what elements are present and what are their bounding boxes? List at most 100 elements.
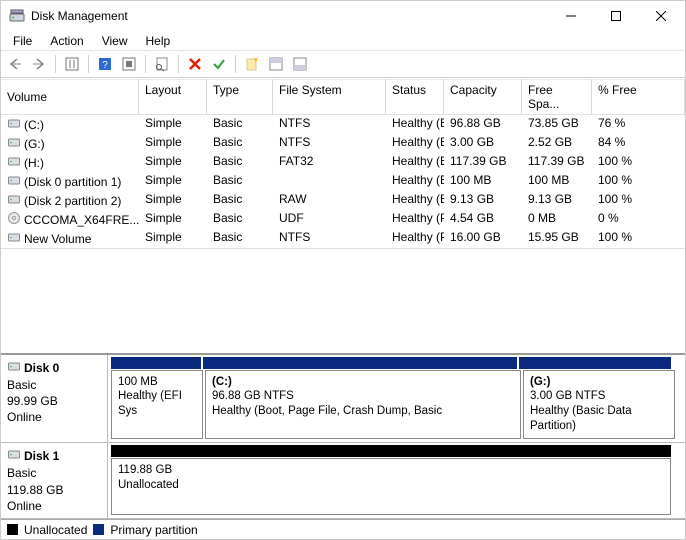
new-button[interactable] xyxy=(242,54,262,74)
drive-icon xyxy=(7,230,21,247)
volume-name: (Disk 2 partition 2) xyxy=(24,194,121,208)
col-type[interactable]: Type xyxy=(207,79,273,114)
svg-text:?: ? xyxy=(102,60,108,71)
volume-type: Basic xyxy=(207,115,273,134)
volume-status: Healthy (B... xyxy=(386,115,444,134)
volume-capacity: 96.88 GB xyxy=(444,115,522,134)
volume-row[interactable]: CCCOMA_X64FRE...SimpleBasicUDFHealthy (P… xyxy=(1,210,685,229)
col-volume[interactable]: Volume xyxy=(1,79,139,114)
check-button[interactable] xyxy=(209,54,229,74)
menu-action[interactable]: Action xyxy=(42,33,91,49)
disk-size: 99.99 GB xyxy=(7,393,101,409)
disk-row: Disk 1Basic119.88 GBOnline119.88 GBUnall… xyxy=(1,443,685,519)
volume-capacity: 117.39 GB xyxy=(444,153,522,172)
volume-name: (H:) xyxy=(24,156,44,170)
volume-fs: NTFS xyxy=(273,229,386,248)
menu-bar: File Action View Help xyxy=(1,31,685,50)
forward-button[interactable] xyxy=(29,54,49,74)
volume-row[interactable]: New Volume SimpleBasicNTFSHealthy (P...16… xyxy=(1,229,685,248)
volume-fs: UDF xyxy=(273,210,386,229)
col-capacity[interactable]: Capacity xyxy=(444,79,522,114)
layout-top-button[interactable] xyxy=(266,54,286,74)
menu-file[interactable]: File xyxy=(5,33,40,49)
refresh-button[interactable] xyxy=(119,54,139,74)
volume-capacity: 100 MB xyxy=(444,172,522,191)
col-status[interactable]: Status xyxy=(386,79,444,114)
volume-list[interactable]: Volume Layout Type File System Status Ca… xyxy=(1,78,685,248)
disk-info[interactable]: Disk 1Basic119.88 GBOnline xyxy=(1,443,108,518)
partition-size: 3.00 GB NTFS xyxy=(530,389,668,404)
legend: Unallocated Primary partition xyxy=(1,519,685,539)
show-hide-tree-button[interactable] xyxy=(62,54,82,74)
volume-pctfree: 0 % xyxy=(592,210,685,229)
partition-size: 96.88 GB NTFS xyxy=(212,389,514,404)
properties-button[interactable] xyxy=(152,54,172,74)
disk-status: Online xyxy=(7,409,101,425)
volume-row[interactable]: (Disk 0 partition 1)SimpleBasicHealthy (… xyxy=(1,172,685,191)
help-button[interactable]: ? xyxy=(95,54,115,74)
volume-layout: Simple xyxy=(139,229,207,248)
minimize-button[interactable] xyxy=(548,1,593,31)
col-layout[interactable]: Layout xyxy=(139,79,207,114)
volume-row[interactable]: (Disk 2 partition 2)SimpleBasicRAWHealth… xyxy=(1,191,685,210)
volume-list-header[interactable]: Volume Layout Type File System Status Ca… xyxy=(1,78,685,115)
volume-free: 0 MB xyxy=(522,210,592,229)
volume-pctfree: 100 % xyxy=(592,191,685,210)
volume-layout: Simple xyxy=(139,210,207,229)
col-pctfree[interactable]: % Free xyxy=(592,79,685,114)
volume-row[interactable]: (H:)SimpleBasicFAT32Healthy (B...117.39 … xyxy=(1,153,685,172)
volume-pctfree: 76 % xyxy=(592,115,685,134)
volume-free: 117.39 GB xyxy=(522,153,592,172)
volume-fs: RAW xyxy=(273,191,386,210)
partition[interactable]: 100 MBHealthy (EFI Sys xyxy=(111,370,203,440)
volume-capacity: 16.00 GB xyxy=(444,229,522,248)
volume-name: (Disk 0 partition 1) xyxy=(24,175,121,189)
partition-size: 119.88 GB xyxy=(118,463,664,478)
disk-info[interactable]: Disk 0Basic99.99 GBOnline xyxy=(1,355,108,443)
volume-type: Basic xyxy=(207,172,273,191)
volume-pctfree: 100 % xyxy=(592,172,685,191)
partition[interactable]: (C:)96.88 GB NTFSHealthy (Boot, Page Fil… xyxy=(205,370,521,440)
volume-status: Healthy (B... xyxy=(386,153,444,172)
back-button[interactable] xyxy=(5,54,25,74)
disk-icon xyxy=(7,447,21,465)
disk-panel: Disk 0Basic99.99 GBOnline100 MBHealthy (… xyxy=(1,353,685,520)
partition-status: Unallocated xyxy=(118,478,664,493)
partition[interactable]: 119.88 GBUnallocated xyxy=(111,458,671,515)
volume-pctfree: 100 % xyxy=(592,229,685,248)
volume-fs: NTFS xyxy=(273,115,386,134)
menu-help[interactable]: Help xyxy=(138,33,179,49)
disk-icon xyxy=(7,359,21,377)
maximize-button[interactable] xyxy=(593,1,638,31)
layout-bottom-button[interactable] xyxy=(290,54,310,74)
partition-status: Healthy (Basic Data Partition) xyxy=(530,404,668,434)
volume-type: Basic xyxy=(207,191,273,210)
disc-icon xyxy=(7,211,21,228)
volume-status: Healthy (P... xyxy=(386,229,444,248)
volume-name: New Volume xyxy=(24,232,91,246)
disk-type: Basic xyxy=(7,465,101,481)
window-title: Disk Management xyxy=(31,9,548,23)
volume-name: (C:) xyxy=(24,118,44,132)
volume-row[interactable]: (G:)SimpleBasicNTFSHealthy (B...3.00 GB2… xyxy=(1,134,685,153)
volume-name: CCCOMA_X64FRE... xyxy=(24,213,139,227)
volume-type: Basic xyxy=(207,153,273,172)
volume-row[interactable]: (C:)SimpleBasicNTFSHealthy (B...96.88 GB… xyxy=(1,115,685,134)
delete-button[interactable] xyxy=(185,54,205,74)
col-fs[interactable]: File System xyxy=(273,79,386,114)
title-bar: Disk Management xyxy=(1,1,685,31)
partition[interactable]: (G:)3.00 GB NTFSHealthy (Basic Data Part… xyxy=(523,370,675,440)
volume-status: Healthy (E... xyxy=(386,172,444,191)
partition-title: (C:) xyxy=(212,375,514,390)
col-free[interactable]: Free Spa... xyxy=(522,79,592,114)
disk-name: Disk 0 xyxy=(24,360,59,376)
disk-row: Disk 0Basic99.99 GBOnline100 MBHealthy (… xyxy=(1,355,685,444)
legend-primary-label: Primary partition xyxy=(110,523,197,537)
menu-view[interactable]: View xyxy=(94,33,136,49)
partition-status: Healthy (Boot, Page File, Crash Dump, Ba… xyxy=(212,404,514,419)
close-button[interactable] xyxy=(638,1,683,31)
volume-free: 2.52 GB xyxy=(522,134,592,153)
volume-type: Basic xyxy=(207,229,273,248)
volume-pctfree: 100 % xyxy=(592,153,685,172)
volume-free: 9.13 GB xyxy=(522,191,592,210)
